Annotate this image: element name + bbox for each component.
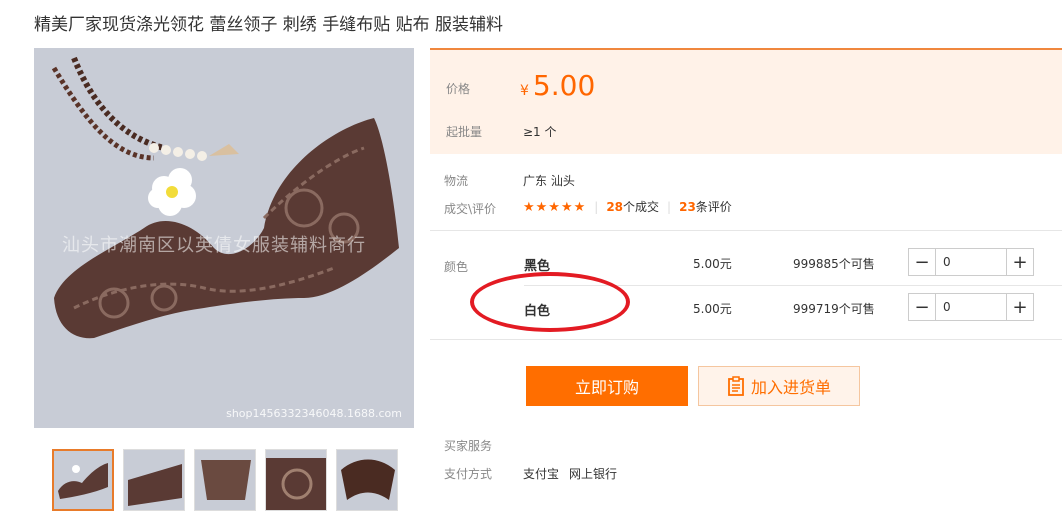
price-panel: 价格 ¥5.00 起批量 ≥1 个 xyxy=(430,48,1062,154)
reviews-count[interactable]: 23 xyxy=(679,200,696,214)
price-value: ¥5.00 xyxy=(520,69,595,102)
thumbnail-1[interactable] xyxy=(52,449,114,511)
deals-count[interactable]: 28 xyxy=(606,200,623,214)
decrement-button[interactable]: − xyxy=(909,294,935,320)
clipboard-icon xyxy=(728,376,744,396)
quantity-input[interactable]: 0 xyxy=(935,294,1007,320)
thumbnail-5[interactable] xyxy=(336,449,398,511)
quantity-stepper: − 0 + xyxy=(908,248,1034,276)
moq-label: 起批量 xyxy=(446,125,483,139)
payment-method-alipay: 支付宝 xyxy=(523,467,560,481)
sku-stock: 999719个可售 xyxy=(793,302,875,316)
sku-stock: 999885个可售 xyxy=(793,257,875,271)
logistics-value: 广东 汕头 xyxy=(523,174,575,188)
image-watermark: 汕头市潮南区以英倩女服装辅料商行 xyxy=(62,235,366,256)
order-now-button[interactable]: 立即订购 xyxy=(526,366,688,406)
payment-method-online-bank: 网上银行 xyxy=(569,467,618,481)
sku-price: 5.00元 xyxy=(693,257,732,271)
add-to-cart-label: 加入进货单 xyxy=(750,378,831,397)
moq-value: ≥1 个 xyxy=(523,125,557,139)
divider xyxy=(430,230,1062,231)
decrement-button[interactable]: − xyxy=(909,249,935,275)
divider xyxy=(430,339,1062,340)
reviews-summary: ★★★★★ | 28个成交 | 23条评价 xyxy=(523,200,732,215)
payment-label: 支付方式 xyxy=(444,467,493,481)
deals-suffix[interactable]: 个成交 xyxy=(623,200,659,214)
increment-button[interactable]: + xyxy=(1007,294,1033,320)
thumbnail-4[interactable] xyxy=(265,449,327,511)
reviews-suffix[interactable]: 条评价 xyxy=(696,200,732,214)
buyer-service-label: 买家服务 xyxy=(444,439,493,453)
sku-price: 5.00元 xyxy=(693,302,732,316)
price-number: 5.00 xyxy=(532,69,596,102)
product-title: 精美厂家现货涤光领花 蕾丝领子 刺绣 手缝布贴 贴布 服装辅料 xyxy=(34,15,504,35)
quantity-input[interactable]: 0 xyxy=(935,249,1007,275)
shop-url-watermark: shop1456332346048.1688.com xyxy=(226,407,402,420)
main-product-image[interactable]: 汕头市潮南区以英倩女服装辅料商行 shop1456332346048.1688.… xyxy=(34,48,414,428)
quantity-stepper: − 0 + xyxy=(908,293,1034,321)
price-label: 价格 xyxy=(446,82,471,96)
add-to-cart-button[interactable]: 加入进货单 xyxy=(698,366,860,406)
logistics-label: 物流 xyxy=(444,174,469,188)
increment-button[interactable]: + xyxy=(1007,249,1033,275)
thumbnail-strip xyxy=(52,449,398,511)
currency-symbol: ¥ xyxy=(520,83,529,99)
annotation-ellipse xyxy=(470,272,630,332)
reviews-label: 成交\评价 xyxy=(444,202,497,216)
thumbnail-2[interactable] xyxy=(123,449,185,511)
rating-stars: ★★★★★ xyxy=(523,200,587,215)
thumbnail-3[interactable] xyxy=(194,449,256,511)
